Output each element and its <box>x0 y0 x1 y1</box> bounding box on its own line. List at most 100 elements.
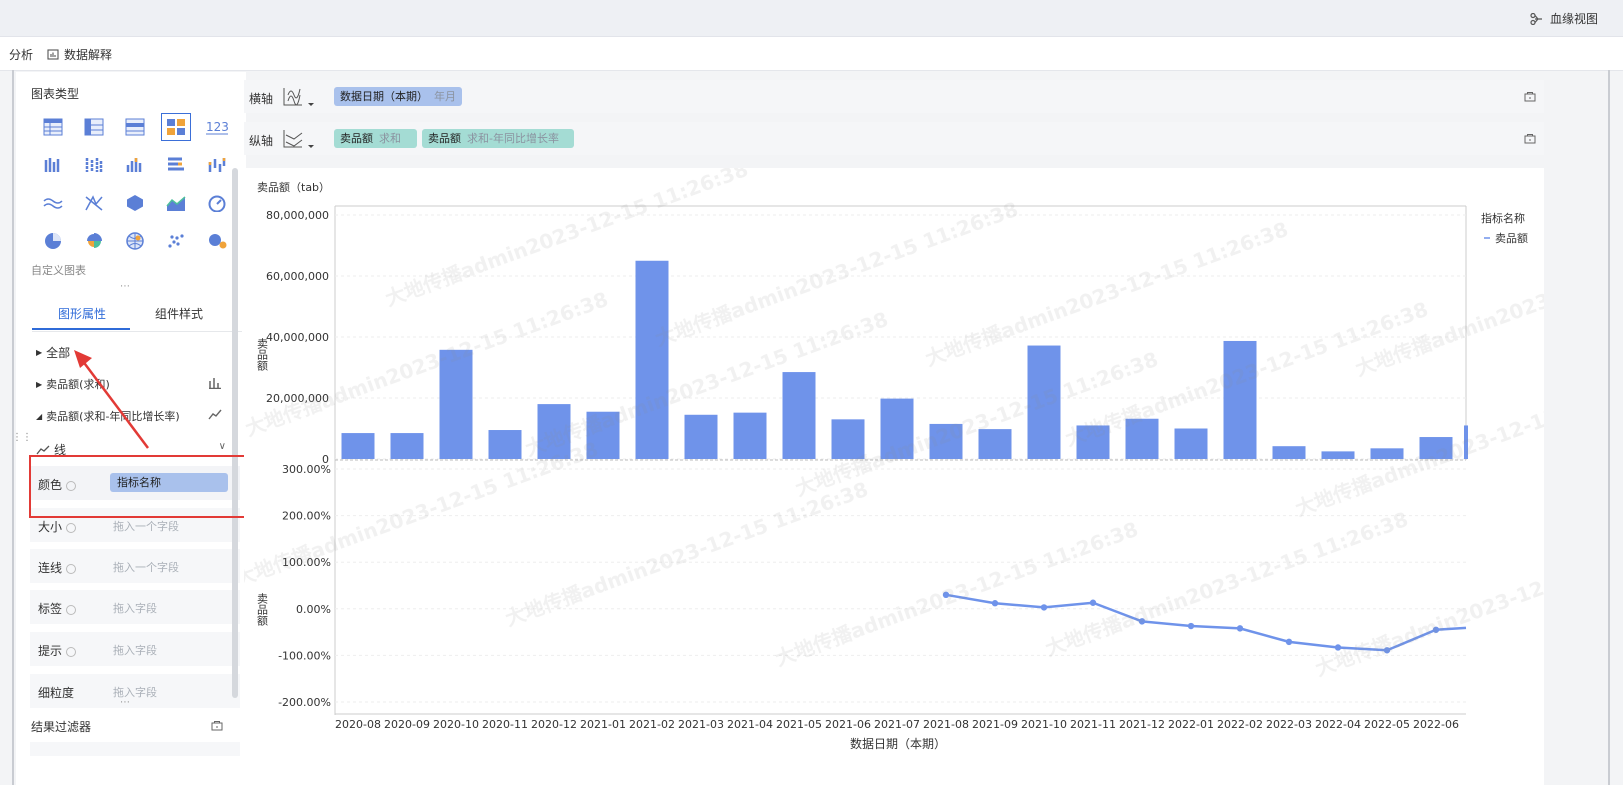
horizontal-bar-icon[interactable] <box>155 146 196 184</box>
x-tick-label: 2020-10 <box>433 718 479 731</box>
y-axis-field-pill-2[interactable]: 卖品额 求和-年同比增长率 <box>422 129 574 148</box>
bar <box>1419 437 1453 459</box>
lock-icon[interactable] <box>1524 132 1536 144</box>
lock-icon[interactable] <box>211 719 223 731</box>
x-tick-label: 2021-04 <box>727 718 773 731</box>
cross-table-icon[interactable] <box>73 108 114 146</box>
y-field-1-agg: 求和 <box>379 132 401 145</box>
y-field-2-name: 卖品额 <box>428 132 461 145</box>
tab-component-style[interactable]: 组件样式 <box>155 305 203 322</box>
x-tick-label: 2022-02 <box>1217 718 1263 731</box>
frame-left-border <box>12 70 14 785</box>
auto-chart-icon[interactable] <box>155 108 196 146</box>
tab-graphic-properties[interactable]: 图形属性 <box>58 305 106 322</box>
lineage-view-button[interactable]: 血缘视图 <box>1530 10 1598 27</box>
bar <box>1076 425 1110 459</box>
connect-line-field[interactable]: 连线 拖入一个字段 <box>30 549 240 583</box>
stacked-bar-icon[interactable] <box>73 146 114 184</box>
bar <box>1223 340 1257 459</box>
tooltip-field[interactable]: 提示 拖入字段 <box>30 632 240 666</box>
kpi-number-icon[interactable]: 123 <box>196 108 237 146</box>
size-field-placeholder: 拖入一个字段 <box>113 520 179 533</box>
tooltip-field-placeholder: 拖入字段 <box>113 644 157 657</box>
yoy-growth-point <box>991 600 999 607</box>
x-tick-label: 2020-11 <box>482 718 528 731</box>
line-y-tick-label: 100.00% <box>282 556 331 569</box>
axis-sort-icon[interactable] <box>282 127 316 151</box>
connect-line-field-label: 连线 <box>38 559 77 576</box>
x-axis-label: 横轴 <box>249 92 274 106</box>
lock-icon[interactable] <box>1524 90 1536 102</box>
yoy-growth-point <box>1138 618 1146 625</box>
x-tick-label: 2021-01 <box>580 718 626 731</box>
bar <box>1027 345 1061 459</box>
radar-line-icon[interactable] <box>73 184 114 222</box>
data-explain-icon <box>47 48 59 60</box>
data-explain-tab[interactable]: 数据解释 <box>47 46 112 63</box>
bar-y-tick-label: 20,000,000 <box>266 392 329 405</box>
analysis-tab[interactable]: 分析 <box>9 46 33 63</box>
yoy-growth-point <box>1089 599 1097 606</box>
y-axis-label: 纵轴 <box>249 134 274 148</box>
y-axis-shelf[interactable]: 纵轴 卖品额 求和 卖品额 求和-年同比增长率 <box>244 122 1544 155</box>
bar <box>1370 448 1404 459</box>
x-tick-label: 2021-08 <box>923 718 969 731</box>
drag-handle-icon[interactable]: ⋮⋮ <box>12 432 32 443</box>
top-bar: 血缘视图 <box>0 0 1623 37</box>
label-field[interactable]: 标签 拖入字段 <box>30 590 240 624</box>
label-field-placeholder: 拖入字段 <box>113 602 157 615</box>
bar-chart-icon[interactable] <box>114 146 155 184</box>
x-axis-field-pill[interactable]: 数据日期（本期） 年月 <box>334 87 462 106</box>
chart-type-grid: 123 <box>32 108 237 260</box>
bar-y-axis-title: 卖品额 <box>256 338 269 372</box>
bar <box>439 349 473 459</box>
bubble-chart-icon[interactable] <box>196 222 237 260</box>
detail-table-icon[interactable] <box>114 108 155 146</box>
result-filter-dropzone[interactable] <box>30 742 240 756</box>
scatter-chart-icon[interactable] <box>155 222 196 260</box>
range-bar-icon[interactable] <box>196 146 237 184</box>
table-chart-icon[interactable] <box>32 108 73 146</box>
bar <box>733 412 767 459</box>
axis-sort-icon[interactable] <box>282 85 316 109</box>
bar-partial <box>1464 425 1468 459</box>
yoy-growth-point <box>1285 638 1293 646</box>
bar-type-icon <box>209 378 221 389</box>
map-chart-icon[interactable] <box>114 222 155 260</box>
resize-handle-icon[interactable]: ⋯ <box>120 697 130 708</box>
legend-item: 卖品额 <box>1495 232 1528 245</box>
chevron-down-icon: ∨ <box>218 441 226 452</box>
chart-card: 卖品额（tab） 80,000,000 60,000,000 40,000,000 2… <box>244 168 1544 785</box>
rose-chart-icon[interactable] <box>73 222 114 260</box>
x-tick-label: 2020-08 <box>335 718 381 731</box>
x-tick-label: 2020-12 <box>531 718 577 731</box>
info-icon <box>66 646 77 657</box>
gauge-chart-icon[interactable] <box>196 184 237 222</box>
resize-handle-icon[interactable]: ⋯ <box>120 281 131 292</box>
left-panel-scrollbar[interactable] <box>232 168 238 698</box>
size-field-label: 大小 <box>38 518 77 535</box>
result-filter-label: 结果过滤器 <box>31 720 92 734</box>
yoy-growth-point <box>1334 644 1342 651</box>
x-tick-label: 2021-02 <box>629 718 675 731</box>
grouped-bar-icon[interactable] <box>32 146 73 184</box>
bar <box>1272 446 1306 459</box>
frame-right-border <box>1608 70 1610 785</box>
granularity-field[interactable]: 细粒度 拖入字段 <box>30 674 240 708</box>
tooltip-field-label: 提示 <box>38 642 77 659</box>
pie-chart-icon[interactable] <box>32 222 73 260</box>
y-field-1-name: 卖品额 <box>340 132 373 145</box>
x-axis-shelf[interactable]: 横轴 数据日期（本期） 年月 <box>244 80 1544 113</box>
line-y-tick-label: 300.00% <box>282 463 331 476</box>
info-icon <box>66 604 77 615</box>
polygon-chart-icon[interactable] <box>114 184 155 222</box>
granularity-field-label: 细粒度 <box>38 686 75 700</box>
area-chart-icon[interactable] <box>155 184 196 222</box>
label-field-label: 标签 <box>38 600 77 617</box>
y-axis-field-pill-1[interactable]: 卖品额 求和 <box>334 129 417 148</box>
yoy-growth-point <box>1187 622 1195 630</box>
line-chart-icon[interactable] <box>32 184 73 222</box>
yoy-growth-point <box>1432 626 1440 633</box>
x-tick-label: 2021-11 <box>1070 718 1116 731</box>
x-tick-label: 2021-10 <box>1021 718 1067 731</box>
